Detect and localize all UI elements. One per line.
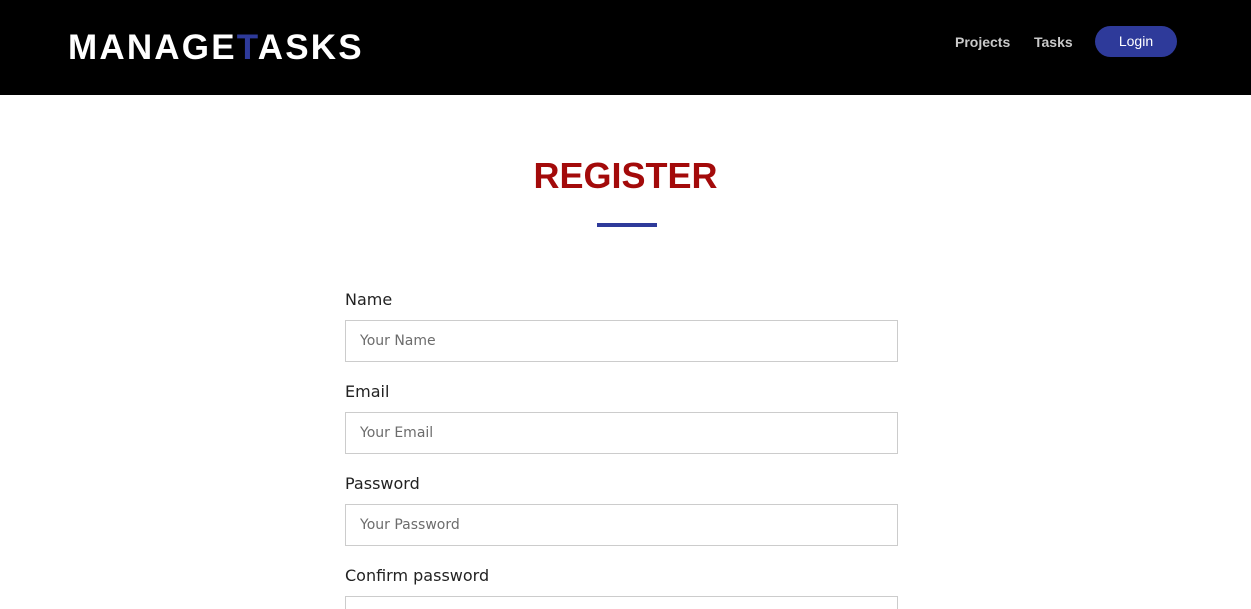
title-underline bbox=[597, 223, 657, 227]
email-input[interactable] bbox=[345, 412, 898, 454]
brand-prefix: MANAGE bbox=[68, 28, 237, 67]
name-input[interactable] bbox=[345, 320, 898, 362]
password-label: Password bbox=[345, 474, 420, 493]
page-title: REGISTER bbox=[533, 155, 718, 196]
brand-logo[interactable]: MANAGETASKS bbox=[68, 29, 364, 67]
navbar: MANAGETASKS Projects Tasks Login bbox=[0, 0, 1251, 95]
brand-suffix: ASKS bbox=[257, 28, 364, 67]
name-label: Name bbox=[345, 290, 393, 309]
brand-accent-letter: T bbox=[236, 28, 258, 67]
confirm-password-label: Confirm password bbox=[345, 566, 490, 585]
password-input[interactable] bbox=[345, 504, 898, 546]
nav-link-projects[interactable]: Projects bbox=[955, 33, 1010, 51]
confirm-password-input[interactable] bbox=[345, 596, 898, 609]
login-button[interactable]: Login bbox=[1095, 26, 1177, 57]
email-label: Email bbox=[345, 382, 390, 401]
nav-link-tasks[interactable]: Tasks bbox=[1034, 33, 1073, 51]
